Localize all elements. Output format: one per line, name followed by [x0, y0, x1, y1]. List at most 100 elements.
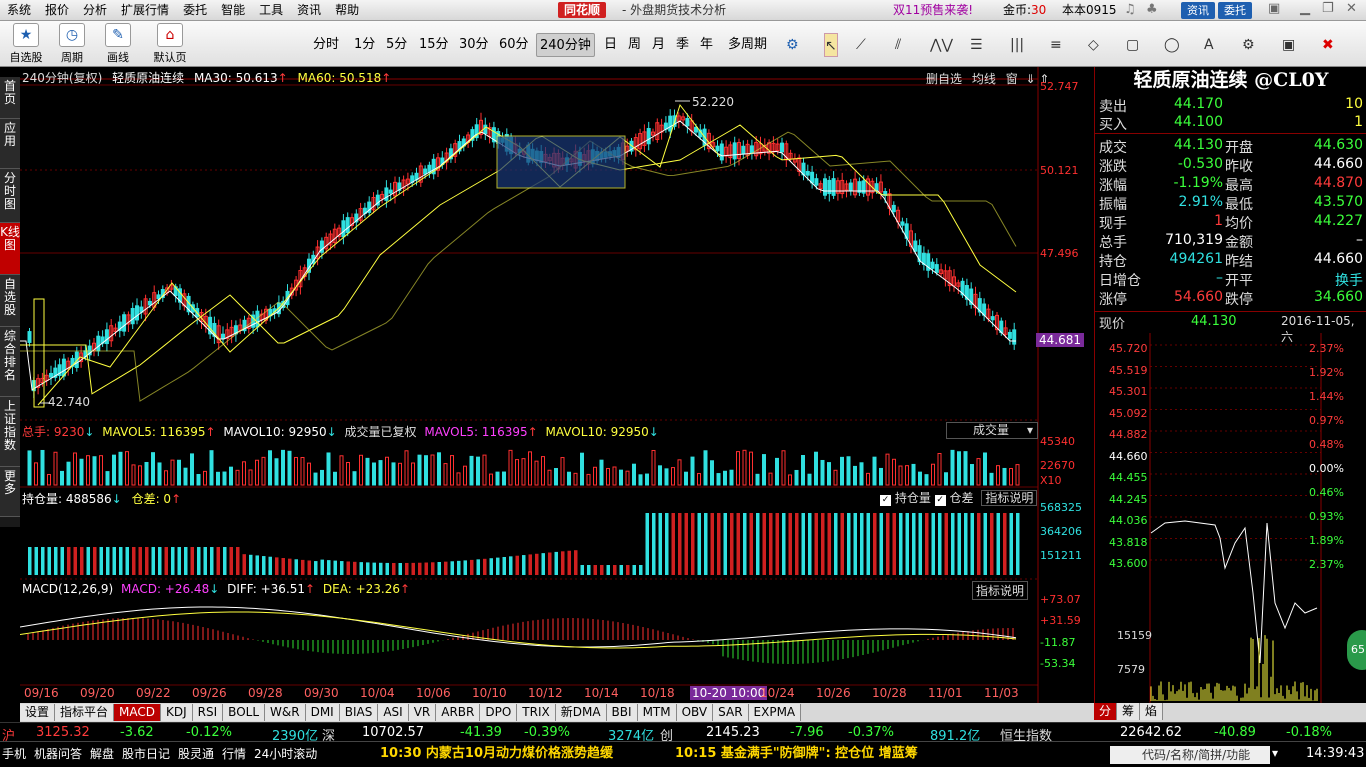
indicator-tab[interactable]: W&R: [265, 704, 306, 721]
indicator-tab[interactable]: TRIX: [517, 704, 556, 721]
period-tab[interactable]: 多周期: [725, 33, 770, 57]
intraday-tab-chips[interactable]: 筹: [1117, 703, 1141, 720]
period-tab[interactable]: 日: [601, 33, 620, 57]
search-dropdown-icon[interactable]: ▾: [1272, 746, 1278, 760]
indicator-tab[interactable]: KDJ: [161, 704, 193, 721]
draw-tool[interactable]: ✎ 画线: [98, 23, 138, 65]
minimize-icon[interactable]: ▁: [1300, 1, 1310, 16]
news-button[interactable]: 资讯: [1181, 2, 1215, 19]
news-ticker-2[interactable]: 10:15 基金满手"防御牌": 控仓位 增蓝筹: [675, 745, 918, 763]
close-icon[interactable]: ✕: [1346, 1, 1357, 16]
indicator-tab[interactable]: MACD: [114, 704, 162, 721]
status-link[interactable]: 行情: [222, 745, 246, 763]
kline-svg[interactable]: [20, 67, 1094, 703]
text-tool-icon[interactable]: A: [1204, 33, 1214, 57]
menu-item[interactable]: 工具: [252, 0, 290, 21]
line-tool-icon[interactable]: ⟋: [856, 33, 866, 57]
remove-watchlist-button[interactable]: 删自选: [926, 72, 962, 86]
coin-display[interactable]: 金币:30: [1003, 0, 1046, 21]
indicator-tab[interactable]: MTM: [637, 704, 677, 721]
intraday-tab-flame[interactable]: 焰: [1140, 703, 1164, 720]
channel-tool-icon[interactable]: ≡: [1050, 33, 1062, 57]
volume-indicator-select[interactable]: 成交量 ▾: [946, 422, 1038, 439]
status-link[interactable]: 解盘: [90, 745, 114, 763]
indicator-tab[interactable]: 新DMA: [555, 704, 607, 721]
ma-settings-button[interactable]: 均线: [972, 72, 996, 86]
rect-tool-icon[interactable]: ▢: [1126, 33, 1139, 57]
macd-help-button[interactable]: 指标说明: [972, 581, 1029, 600]
period-tab[interactable]: 15分: [416, 33, 452, 57]
restore-icon[interactable]: ❐: [1322, 1, 1334, 16]
indicator-tab[interactable]: BIAS: [339, 704, 379, 721]
left-tab-ranking[interactable]: 综合排名: [0, 327, 20, 397]
status-link[interactable]: 手机: [2, 745, 26, 763]
news-ticker-1[interactable]: 10:30 内蒙古10月动力煤价格涨势趋缓: [380, 745, 613, 763]
period-tab[interactable]: 1分: [351, 33, 378, 57]
period-tab-active[interactable]: 240分钟: [536, 33, 595, 57]
period-tab[interactable]: 季: [673, 33, 692, 57]
menu-item[interactable]: 扩展行情: [114, 0, 176, 21]
settings-tool-icon[interactable]: ⚙: [1242, 33, 1255, 57]
status-link[interactable]: 24小时滚动: [254, 745, 317, 763]
period-tab[interactable]: 分时: [310, 33, 342, 57]
indicator-tab[interactable]: ASI: [378, 704, 409, 721]
arrow-down-icon[interactable]: ⇓: [1026, 72, 1036, 86]
menu-item[interactable]: 智能: [214, 0, 252, 21]
period-tab[interactable]: 周: [625, 33, 644, 57]
status-link[interactable]: 股市日记: [122, 745, 170, 763]
menu-item[interactable]: 分析: [76, 0, 114, 21]
gann-tool-icon[interactable]: |||: [1010, 33, 1024, 57]
watchlist-tool[interactable]: ★ 自选股: [6, 23, 46, 65]
intraday-tab-timeshare[interactable]: 分: [1094, 703, 1118, 720]
indicator-tab[interactable]: 指标平台: [55, 704, 115, 721]
bookmark-tool-icon[interactable]: ▣: [1282, 33, 1295, 57]
indicator-tab[interactable]: SAR: [713, 704, 749, 721]
status-link[interactable]: 股灵通: [178, 745, 214, 763]
menu-item[interactable]: 帮助: [328, 0, 366, 21]
indicator-tab[interactable]: RSI: [192, 704, 224, 721]
float-badge[interactable]: 65: [1347, 630, 1366, 670]
oi-help-button[interactable]: 指标说明: [981, 490, 1038, 506]
menu-item[interactable]: 系统: [0, 0, 38, 21]
left-tab-apps[interactable]: 应用: [0, 119, 20, 169]
period-tool[interactable]: ◷ 周期: [52, 23, 92, 65]
period-tab[interactable]: 60分: [496, 33, 532, 57]
indicator-tab[interactable]: DMI: [305, 704, 340, 721]
search-box[interactable]: 代码/名称/简拼/功能: [1110, 746, 1270, 764]
trade-button[interactable]: 委托: [1218, 2, 1252, 19]
delete-tool-icon[interactable]: ✖: [1322, 33, 1334, 57]
period-tab[interactable]: 年: [697, 33, 716, 57]
shirt-icon[interactable]: ♣: [1146, 2, 1158, 17]
cursor-icon[interactable]: ↖: [824, 33, 838, 57]
skin-icon[interactable]: ▣: [1268, 1, 1280, 16]
status-link[interactable]: 机器问答: [34, 745, 82, 763]
menu-item[interactable]: 资讯: [290, 0, 328, 21]
default-page-tool[interactable]: ⌂ 默认页: [150, 23, 190, 65]
menu-item[interactable]: 报价: [38, 0, 76, 21]
period-tab[interactable]: 30分: [456, 33, 492, 57]
left-tab-home[interactable]: 首页: [0, 77, 20, 119]
indicator-tab[interactable]: VR: [408, 704, 437, 721]
promo-link[interactable]: 双11预售来袭!: [893, 0, 973, 21]
left-tab-more[interactable]: 更多: [0, 467, 20, 517]
indicator-tab[interactable]: DPO: [480, 704, 518, 721]
gear-icon[interactable]: ⚙: [786, 33, 799, 57]
left-tab-watchlist[interactable]: 自选股: [0, 275, 20, 327]
wave-tool-icon[interactable]: ⋀⋁: [930, 33, 953, 57]
parallel-tool-icon[interactable]: ⫽: [895, 33, 901, 57]
menu-item[interactable]: 委托: [176, 0, 214, 21]
indicator-tab[interactable]: 设置: [20, 704, 56, 721]
window-button[interactable]: 窗: [1006, 72, 1018, 86]
indicator-tab[interactable]: BBI: [606, 704, 638, 721]
indicator-tab[interactable]: BOLL: [223, 704, 266, 721]
ellipse-tool-icon[interactable]: ◯: [1164, 33, 1180, 57]
left-tab-timeshare[interactable]: 分时图: [0, 169, 20, 223]
angle-tool-icon[interactable]: ◇: [1088, 33, 1099, 57]
indicator-tab[interactable]: OBV: [676, 704, 714, 721]
indicator-tab[interactable]: EXPMA: [748, 704, 802, 721]
bell-icon[interactable]: ♫: [1124, 2, 1136, 17]
fib-tool-icon[interactable]: ☰: [970, 33, 983, 57]
left-tab-shindex[interactable]: 上证指数: [0, 397, 20, 467]
kline-chart-area[interactable]: 240分钟(复权) 轻质原油连续 MA30: 50.613↑ MA60: 50.…: [20, 67, 1094, 703]
oi-diff-checkbox[interactable]: ✓: [934, 495, 946, 506]
